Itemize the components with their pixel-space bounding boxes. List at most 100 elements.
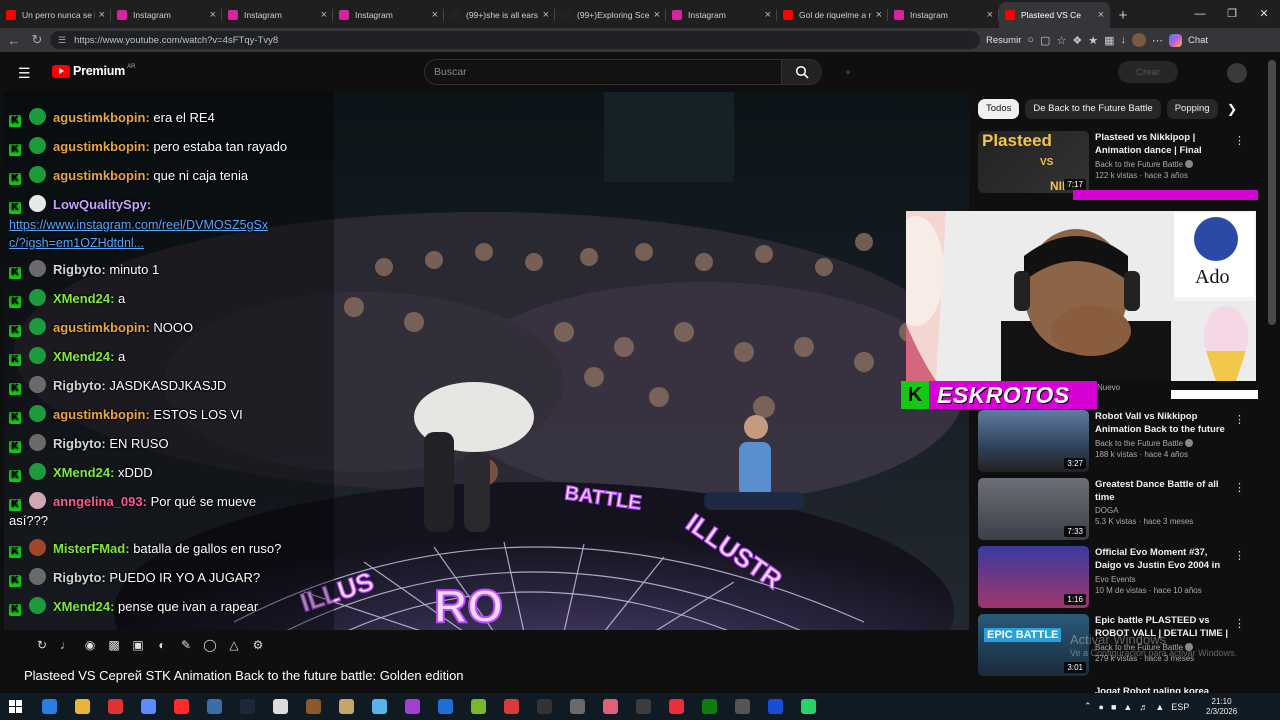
favorites-icon[interactable]: ★ — [1088, 34, 1098, 47]
network-icon[interactable]: ▲ — [1155, 702, 1164, 712]
app-icon[interactable] — [603, 699, 618, 714]
app-icon[interactable] — [339, 699, 354, 714]
puzzle-icon[interactable]: ❖ — [1072, 34, 1082, 47]
recommendation-card[interactable]: EPIC BATTLE 3:01 Epic battle PLASTEED vs R… — [978, 614, 1258, 680]
chat-link[interactable]: https://www.instagram.com/reel/DVMOSZ5gS… — [9, 217, 268, 233]
chat-username[interactable]: Rigbyto — [53, 262, 101, 277]
chat-username[interactable]: MisterFMad — [53, 541, 125, 556]
more-options-icon[interactable]: ⋮ — [1234, 481, 1245, 494]
browser-tab[interactable]: Instagram × — [888, 2, 999, 28]
tray-app-icon[interactable]: ▲ — [1123, 702, 1132, 712]
new-tab-button[interactable]: + — [1110, 2, 1136, 28]
hamburger-menu-icon[interactable]: ☰ — [18, 65, 31, 82]
maximize-button[interactable]: ❐ — [1216, 0, 1248, 28]
more-options-icon[interactable]: ⋮ — [1234, 617, 1245, 630]
filter-chip[interactable]: De Back to the Future Battle — [1025, 99, 1161, 119]
browser-tab[interactable]: Instagram × — [222, 2, 333, 28]
close-window-button[interactable]: ✕ — [1248, 0, 1280, 28]
language-indicator[interactable]: ESP — [1171, 702, 1189, 712]
recommendation-card[interactable]: 1:16 Official Evo Moment #37, Daigo vs Ju… — [978, 546, 1258, 612]
tray-app-icon[interactable]: ● — [1099, 702, 1104, 712]
page-scrollbar[interactable] — [1268, 60, 1276, 325]
windows-start-icon[interactable] — [9, 700, 22, 713]
chat-username[interactable]: XMend24 — [53, 599, 110, 614]
video-title-link[interactable]: Greatest Dance Battle of all time — [1095, 479, 1229, 504]
chat-username[interactable]: agustimkbopin — [53, 168, 145, 183]
whatsapp-icon[interactable] — [801, 699, 816, 714]
site-info-icon[interactable]: ☰ — [58, 35, 66, 46]
video-thumbnail[interactable]: 7:33 — [978, 478, 1089, 540]
chevron-right-icon[interactable]: ❯ — [1222, 99, 1242, 119]
audio-icon[interactable]: ♩ — [56, 638, 76, 656]
more-options-icon[interactable]: ⋮ — [1234, 549, 1245, 562]
channel-name[interactable]: Evo Events — [1095, 575, 1135, 584]
address-bar[interactable]: ☰ https://www.youtube.com/watch?v=4sFTqy… — [50, 31, 980, 49]
video-title-link[interactable]: Robot Vall vs Nikkipop Animation Back to… — [1095, 411, 1229, 437]
tab-close-icon[interactable]: × — [99, 9, 105, 21]
premiere-icon[interactable] — [405, 699, 420, 714]
settings-icon[interactable] — [273, 699, 288, 714]
search-input[interactable]: Buscar — [424, 59, 782, 85]
chrome-icon[interactable] — [108, 699, 123, 714]
volume-icon[interactable]: ♬ — [1139, 702, 1148, 712]
tab-close-icon[interactable]: × — [1098, 9, 1104, 21]
recommendation-card[interactable]: PlasteedVSNIKKI7:17Plasteed vs Nikkipop … — [978, 131, 1258, 197]
tab-close-icon[interactable]: × — [876, 9, 882, 21]
bookmark-star-icon[interactable]: ☆ — [1056, 34, 1066, 47]
tray-app-icon[interactable]: ■ — [1111, 702, 1116, 712]
edge-icon[interactable] — [42, 699, 57, 714]
video-title-link[interactable]: Plasteed vs Nikkipop | Animation dance |… — [1095, 132, 1229, 158]
copilot-icon[interactable] — [1168, 33, 1182, 47]
tab-close-icon[interactable]: × — [321, 9, 327, 21]
tab-close-icon[interactable]: × — [987, 9, 993, 21]
app-icon[interactable] — [537, 699, 552, 714]
app-icon[interactable] — [768, 699, 783, 714]
minimize-button[interactable]: — — [1184, 0, 1216, 28]
chat-username[interactable]: agustimkbopin — [53, 110, 145, 125]
app-icon[interactable] — [306, 699, 321, 714]
collections-icon[interactable]: ▦ — [1104, 34, 1114, 47]
chat-username[interactable]: Rigbyto — [53, 436, 101, 451]
browser-tab[interactable]: Instagram × — [111, 2, 222, 28]
filter-chip[interactable]: Todos — [978, 99, 1020, 119]
more-options-icon[interactable]: ⋮ — [1234, 413, 1245, 426]
summarize-icon[interactable]: ○ — [1027, 34, 1034, 46]
app-icon[interactable] — [372, 699, 387, 714]
chat-username[interactable]: agustimkbopin — [53, 407, 145, 422]
youtube-icon[interactable] — [174, 699, 189, 714]
app-icon[interactable] — [504, 699, 519, 714]
video-thumbnail[interactable]: PlasteedVSNIKKI7:17 — [978, 131, 1089, 193]
clock[interactable]: 21:10 2/3/2026 — [1206, 697, 1237, 717]
browser-tab[interactable]: Instagram × — [666, 2, 777, 28]
chat-button[interactable]: Chat — [1188, 35, 1208, 46]
chat-username[interactable]: Rigbyto — [53, 570, 101, 585]
channel-name[interactable]: Back to the Future Battle — [1095, 160, 1183, 169]
chat-username[interactable]: anngelina_093 — [53, 494, 143, 509]
browser-tab[interactable]: Plasteed VS Ce × — [999, 2, 1110, 28]
account-avatar[interactable] — [1227, 63, 1247, 83]
chat-link[interactable]: c/?igsh=em1OZHdtdnl... — [9, 235, 144, 251]
clapper-icon[interactable]: ▩ — [104, 638, 124, 656]
summarize-button[interactable]: Resumir — [986, 35, 1021, 46]
more-options-icon[interactable]: ⋮ — [1234, 134, 1245, 147]
tray-chevron-icon[interactable]: ⌃ — [1084, 701, 1092, 712]
tab-close-icon[interactable]: × — [765, 9, 771, 21]
screen-icon[interactable]: ▣ — [128, 638, 148, 656]
microphone-icon[interactable]: ● — [838, 62, 858, 82]
browser-tab[interactable]: Instagram × — [333, 2, 444, 28]
file-explorer-icon[interactable] — [75, 699, 90, 714]
flask-icon[interactable]: △ — [224, 638, 244, 656]
chat-username[interactable]: XMend24 — [53, 291, 110, 306]
chat-username[interactable]: Rigbyto — [53, 378, 101, 393]
view-icon[interactable]: ◉ — [80, 638, 100, 656]
video-title-link[interactable]: Official Evo Moment #37, Daigo vs Justin… — [1095, 547, 1229, 573]
chat-username[interactable]: XMend24 — [53, 349, 110, 364]
app-icon[interactable] — [438, 699, 453, 714]
app-icon[interactable] — [636, 699, 651, 714]
video-thumbnail[interactable]: 3:27 — [978, 410, 1089, 472]
reload-icon[interactable]: ↻ — [26, 32, 48, 48]
create-button[interactable]: Crear — [1118, 61, 1178, 83]
edit-icon[interactable]: ✎ — [176, 638, 196, 656]
app-icon[interactable] — [141, 699, 156, 714]
chat-username[interactable]: agustimkbopin — [53, 139, 145, 154]
